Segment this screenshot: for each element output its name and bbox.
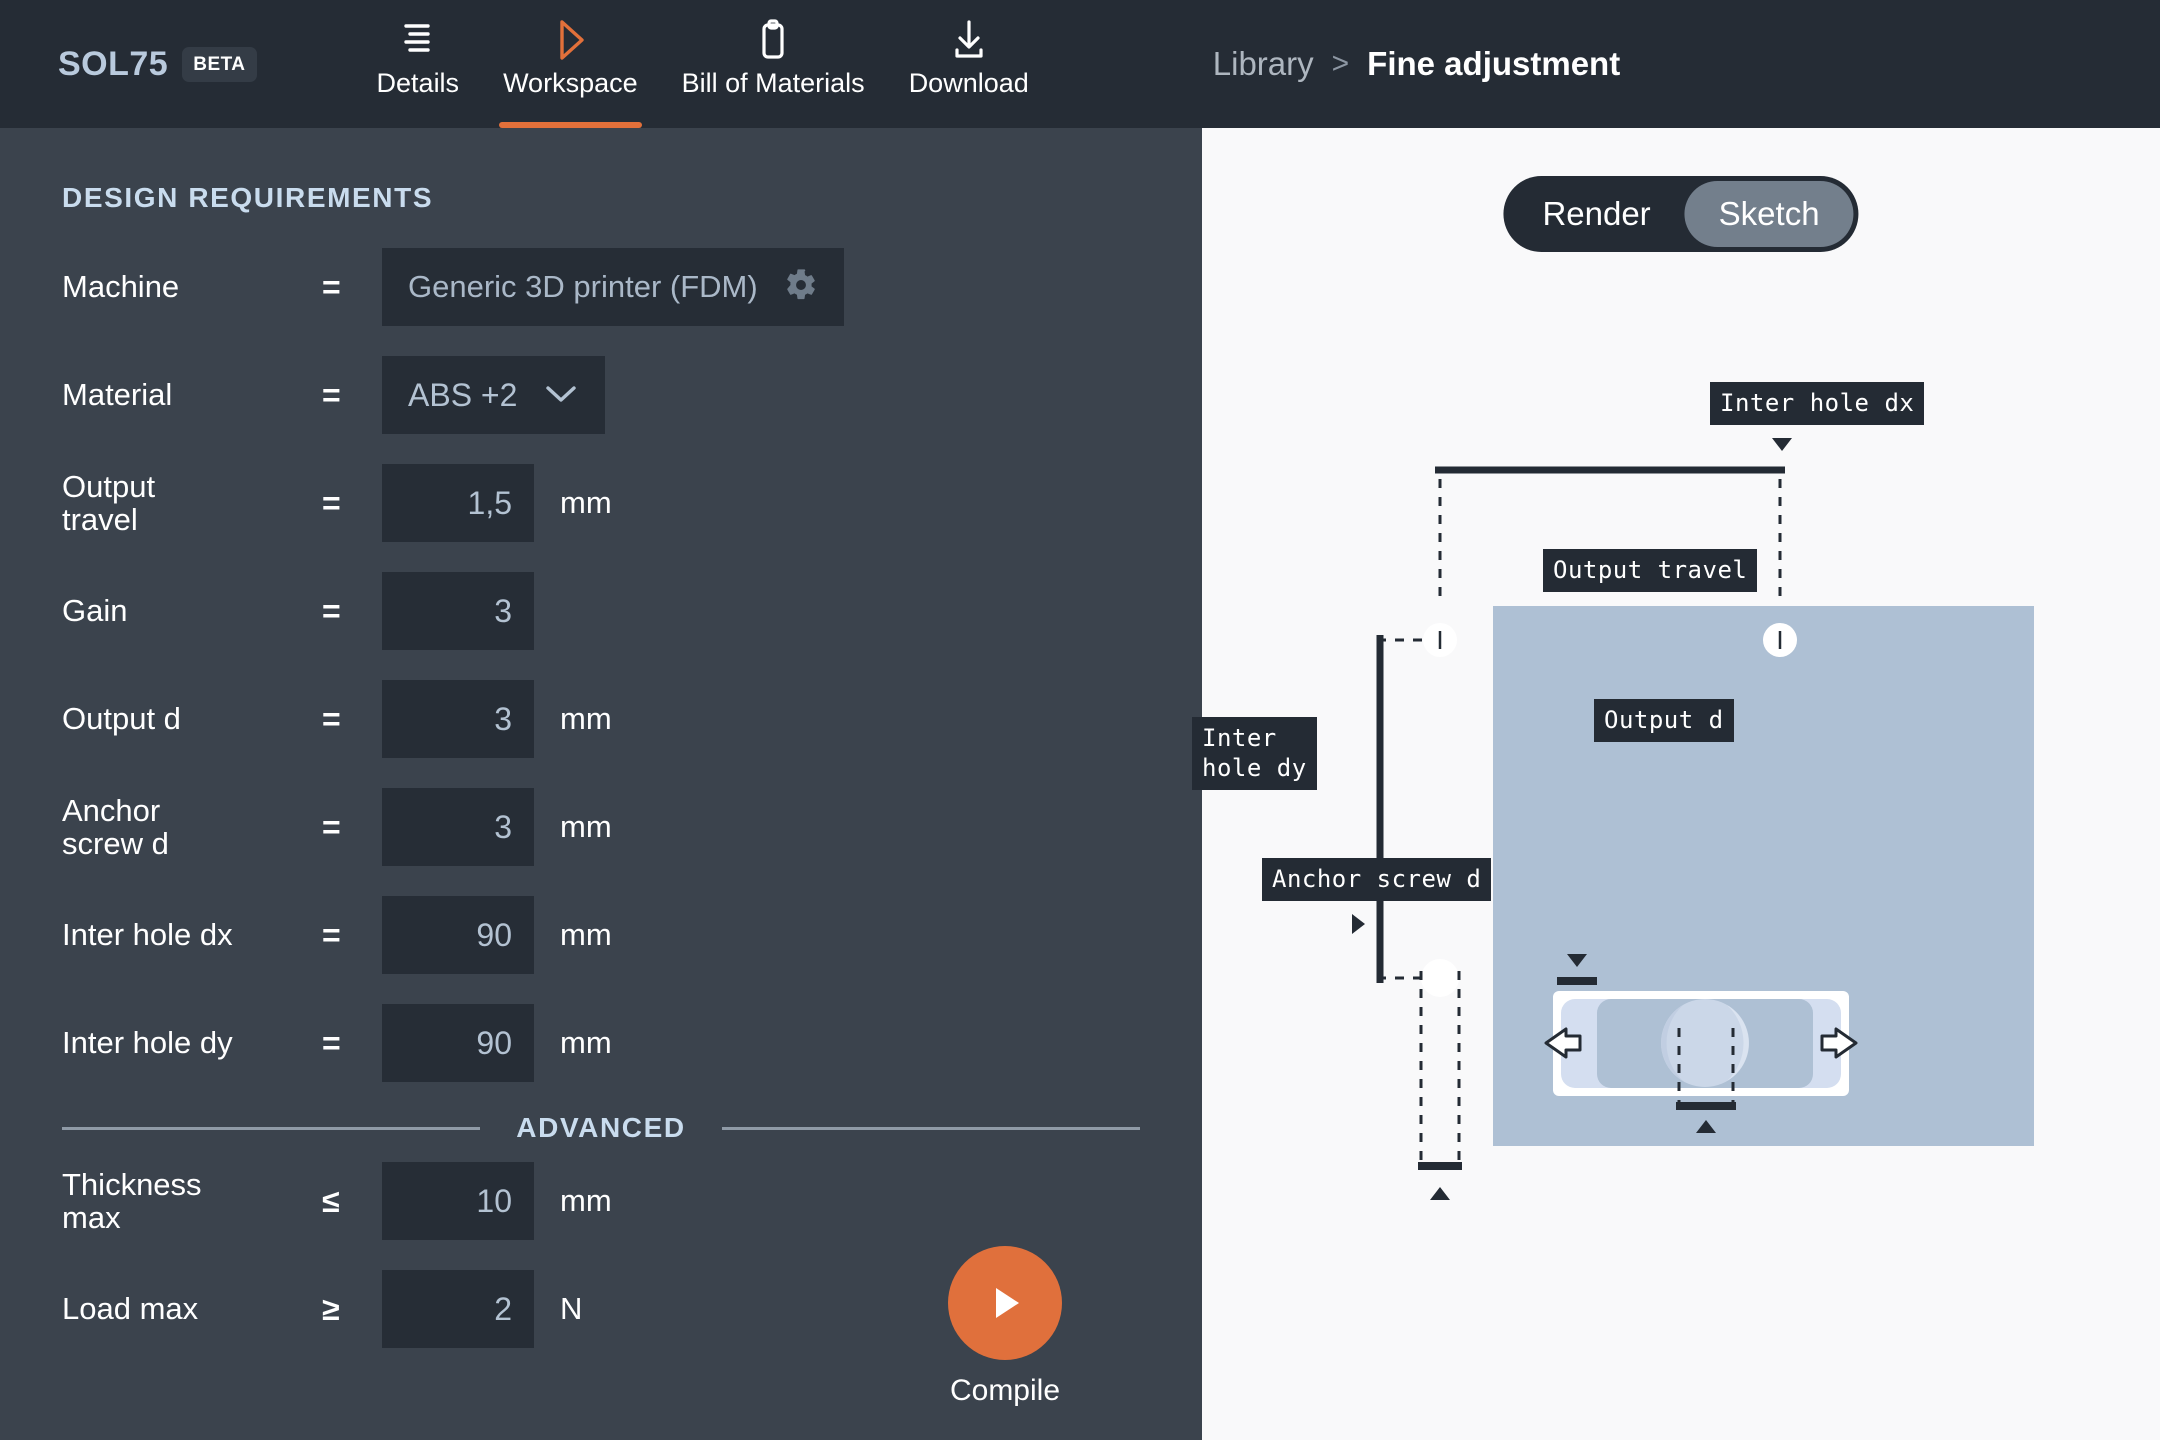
inter-hole-dx-input[interactable]: 90 bbox=[382, 896, 534, 974]
breadcrumb-parent[interactable]: Library bbox=[1213, 45, 1314, 83]
material-value: ABS +2 bbox=[408, 377, 517, 414]
field-operator-inter-hole-dy: = bbox=[322, 1025, 382, 1062]
dim-arrow-anchor-screw-d bbox=[1430, 1187, 1450, 1200]
gear-icon[interactable] bbox=[784, 268, 818, 307]
field-operator-output-travel: = bbox=[322, 485, 382, 522]
machine-input[interactable]: Generic 3D printer (FDM) bbox=[382, 248, 844, 326]
field-row-gain: Gain = 3 bbox=[0, 572, 1202, 650]
chevron-down-icon[interactable] bbox=[543, 381, 579, 410]
thickness-max-input[interactable]: 10 bbox=[382, 1162, 534, 1240]
output-travel-unit: mm bbox=[560, 485, 668, 521]
divider-line-left bbox=[62, 1127, 480, 1130]
gain-input[interactable]: 3 bbox=[382, 572, 534, 650]
anchor-hole-bottom-left bbox=[1421, 959, 1459, 997]
sketch-label-output-d: Output d bbox=[1594, 699, 1734, 742]
nav-item-bill-of-materials[interactable]: Bill of Materials bbox=[660, 0, 887, 128]
breadcrumb-separator: > bbox=[1332, 47, 1350, 81]
field-label-inter-hole-dx: Inter hole dx bbox=[62, 918, 322, 951]
field-label-anchor-screw-d: Anchorscrew d bbox=[62, 794, 322, 861]
anchor-screw-d-unit: mm bbox=[560, 809, 668, 845]
app-header: SOL75 BETA Details bbox=[0, 0, 2160, 128]
field-operator-load-max: ≥ bbox=[322, 1291, 382, 1328]
field-label-output-travel: Outputtravel bbox=[62, 470, 322, 537]
field-label-thickness-max: Thicknessmax bbox=[62, 1168, 322, 1235]
sketch-label-anchor-screw-d: Anchor screw d bbox=[1262, 858, 1491, 901]
field-operator-gain: = bbox=[322, 593, 382, 630]
load-max-unit: N bbox=[560, 1291, 668, 1327]
field-operator-material: = bbox=[322, 377, 382, 414]
field-label-gain: Gain bbox=[62, 594, 322, 627]
play-icon bbox=[948, 1246, 1062, 1360]
thickness-max-unit: mm bbox=[560, 1183, 668, 1219]
advanced-section-title: ADVANCED bbox=[480, 1112, 721, 1144]
field-row-output-travel: Outputtravel = 1,5 mm bbox=[0, 464, 1202, 542]
brand: SOL75 BETA bbox=[58, 45, 257, 84]
output-d-unit: mm bbox=[560, 701, 668, 737]
field-row-inter-hole-dy: Inter hole dy = 90 mm bbox=[0, 1004, 1202, 1082]
nav-label-details: Details bbox=[377, 68, 460, 99]
anchor-screw-d-input[interactable]: 3 bbox=[382, 788, 534, 866]
dim-arrow-inter-hole-dx bbox=[1772, 438, 1792, 451]
nav-item-details[interactable]: Details bbox=[355, 0, 482, 128]
preview-canvas: Render Sketch bbox=[1202, 128, 2160, 1440]
sketch-label-output-travel: Output travel bbox=[1543, 549, 1757, 592]
requirements-form: Machine = Generic 3D printer (FDM) Mater… bbox=[0, 248, 1202, 1348]
field-label-load-max: Load max bbox=[62, 1292, 322, 1325]
field-row-inter-hole-dx: Inter hole dx = 90 mm bbox=[0, 896, 1202, 974]
advanced-divider: ADVANCED bbox=[0, 1112, 1202, 1144]
field-operator-inter-hole-dx: = bbox=[322, 917, 382, 954]
nav-label-workspace: Workspace bbox=[503, 68, 638, 99]
inter-hole-dy-unit: mm bbox=[560, 1025, 668, 1061]
machine-value: Generic 3D printer (FDM) bbox=[408, 269, 758, 305]
material-select[interactable]: ABS +2 bbox=[382, 356, 605, 434]
section-title-design-requirements: DESIGN REQUIREMENTS bbox=[62, 182, 1202, 214]
field-operator-anchor-screw-d: = bbox=[322, 809, 382, 846]
design-requirements-sidebar: DESIGN REQUIREMENTS Machine = Generic 3D… bbox=[0, 128, 1202, 1440]
nav-item-download[interactable]: Download bbox=[887, 0, 1051, 128]
inter-hole-dx-unit: mm bbox=[560, 917, 668, 953]
compile-label: Compile bbox=[950, 1374, 1060, 1408]
nav-label-bill-of-materials: Bill of Materials bbox=[682, 68, 865, 99]
field-operator-output-d: = bbox=[322, 701, 382, 738]
beta-badge: BETA bbox=[182, 47, 256, 82]
field-operator-thickness-max: ≤ bbox=[322, 1183, 382, 1220]
output-d-input[interactable]: 3 bbox=[382, 680, 534, 758]
breadcrumb: Library > Fine adjustment bbox=[1213, 45, 1620, 83]
inter-hole-dy-input[interactable]: 90 bbox=[382, 1004, 534, 1082]
sketch-drawing bbox=[1202, 128, 2160, 1440]
clipboard-icon bbox=[753, 14, 793, 66]
field-label-output-d: Output d bbox=[62, 702, 322, 735]
field-row-thickness-max: Thicknessmax ≤ 10 mm bbox=[0, 1162, 1202, 1240]
brand-name: SOL75 bbox=[58, 45, 168, 84]
nav-item-workspace[interactable]: Workspace bbox=[481, 0, 660, 128]
play-outline-icon bbox=[550, 14, 590, 66]
field-label-inter-hole-dy: Inter hole dy bbox=[62, 1026, 322, 1059]
main-nav: Details Workspace Bill of Materials bbox=[355, 0, 1051, 128]
field-row-anchor-screw-d: Anchorscrew d = 3 mm bbox=[0, 788, 1202, 866]
sketch-label-inter-hole-dx: Inter hole dx bbox=[1710, 382, 1924, 425]
field-row-output-d: Output d = 3 mm bbox=[0, 680, 1202, 758]
field-row-machine: Machine = Generic 3D printer (FDM) bbox=[0, 248, 1202, 326]
field-row-material: Material = ABS +2 bbox=[0, 356, 1202, 434]
list-icon bbox=[398, 14, 438, 66]
compile-button[interactable]: Compile bbox=[948, 1246, 1062, 1408]
field-label-material: Material bbox=[62, 378, 322, 411]
load-max-input[interactable]: 2 bbox=[382, 1270, 534, 1348]
dim-arrow-inter-hole-dy bbox=[1352, 914, 1365, 934]
breadcrumb-current: Fine adjustment bbox=[1367, 45, 1620, 83]
download-icon bbox=[948, 14, 990, 66]
nav-label-download: Download bbox=[909, 68, 1029, 99]
output-travel-input[interactable]: 1,5 bbox=[382, 464, 534, 542]
field-label-machine: Machine bbox=[62, 270, 322, 303]
divider-line-right bbox=[722, 1127, 1140, 1130]
field-operator-machine: = bbox=[322, 269, 382, 306]
sketch-label-inter-hole-dy: Inter hole dy bbox=[1192, 717, 1317, 790]
